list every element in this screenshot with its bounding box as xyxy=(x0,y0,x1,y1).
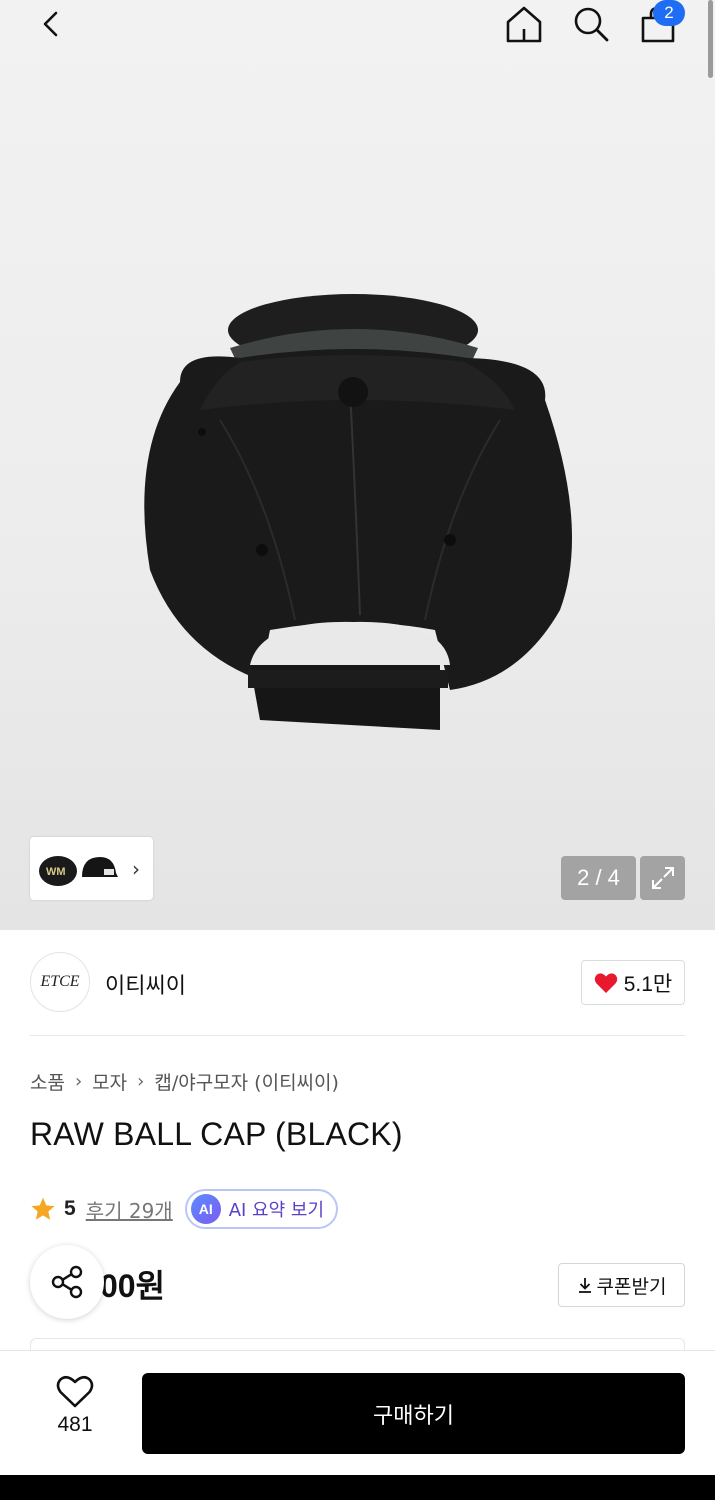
breadcrumb-item[interactable]: 캡/야구모자 (이티씨이) xyxy=(154,1068,339,1095)
thumbnail-front-cap[interactable]: WM xyxy=(36,847,80,891)
rating-value: 5 xyxy=(64,1197,76,1220)
expand-icon xyxy=(651,867,674,889)
heart-outline-icon xyxy=(56,1375,94,1408)
breadcrumb-item[interactable]: 모자 xyxy=(92,1068,127,1095)
download-icon xyxy=(578,1278,591,1293)
image-counter: 2 / 4 xyxy=(561,856,636,900)
chevron-right-icon: › xyxy=(74,1071,83,1092)
expand-image-button[interactable] xyxy=(640,856,685,900)
chevron-left-icon xyxy=(43,11,58,37)
chevron-right-icon: › xyxy=(137,1071,145,1092)
system-navigation-bar xyxy=(0,1475,715,1500)
cart-count-badge: 2 xyxy=(653,0,685,26)
product-image-gallery[interactable]: 2 WM › 2 / 4 xyxy=(0,0,715,930)
thumbnail-more-icon[interactable]: › xyxy=(132,857,140,881)
product-title: RAW BALL CAP (BLACK) xyxy=(30,1116,403,1152)
rating-row: 5 후기 29개 AI AI 요약 보기 xyxy=(30,1188,339,1230)
ai-summary-label: AI 요약 보기 xyxy=(228,1200,325,1221)
brand-name[interactable]: 이티씨이 xyxy=(105,968,186,1000)
star-icon xyxy=(31,1197,55,1220)
thumbnail-strip[interactable]: WM › xyxy=(30,837,153,900)
search-icon xyxy=(574,7,609,42)
thumbnail-side-cap[interactable] xyxy=(78,847,122,891)
back-button[interactable] xyxy=(28,0,76,48)
share-button[interactable] xyxy=(30,1245,104,1319)
home-button[interactable] xyxy=(500,0,548,48)
buy-button[interactable]: 구매하기 xyxy=(142,1373,685,1454)
heart-filled-icon xyxy=(594,972,617,993)
breadcrumb-item[interactable]: 소품 xyxy=(30,1068,65,1095)
brand-like-button[interactable]: 5.1만 xyxy=(581,960,685,1005)
coupon-label: 쿠폰받기 xyxy=(596,1275,667,1298)
coupon-button[interactable]: 쿠폰받기 xyxy=(558,1263,685,1307)
brand-like-count: 5.1만 xyxy=(623,972,673,996)
review-count-link[interactable]: 후기 29개 xyxy=(86,1195,173,1224)
top-navigation-bar: 2 xyxy=(0,0,715,52)
share-icon xyxy=(51,1265,83,1299)
product-price: 00원 xyxy=(100,1268,166,1304)
home-icon xyxy=(506,6,542,43)
divider xyxy=(30,1035,685,1036)
price-row: 00원 쿠폰받기 xyxy=(30,1245,685,1319)
svg-text:WM: WM xyxy=(46,866,66,878)
brand-logo[interactable]: ETCE xyxy=(30,952,90,1012)
ai-badge-icon: AI xyxy=(190,1194,221,1224)
search-button[interactable] xyxy=(567,0,615,48)
product-photo[interactable] xyxy=(120,270,600,760)
ai-summary-button[interactable]: AI AI 요약 보기 xyxy=(184,1189,339,1229)
wishlist-button[interactable]: 481 xyxy=(40,1375,110,1451)
wishlist-count: 481 xyxy=(57,1413,93,1436)
breadcrumb: 소품 › 모자 › 캡/야구모자 (이티씨이) xyxy=(30,1068,339,1095)
bottom-action-bar: 481 구매하기 xyxy=(0,1350,715,1475)
brand-row[interactable]: ETCE 이티씨이 5.1만 xyxy=(30,952,685,1014)
